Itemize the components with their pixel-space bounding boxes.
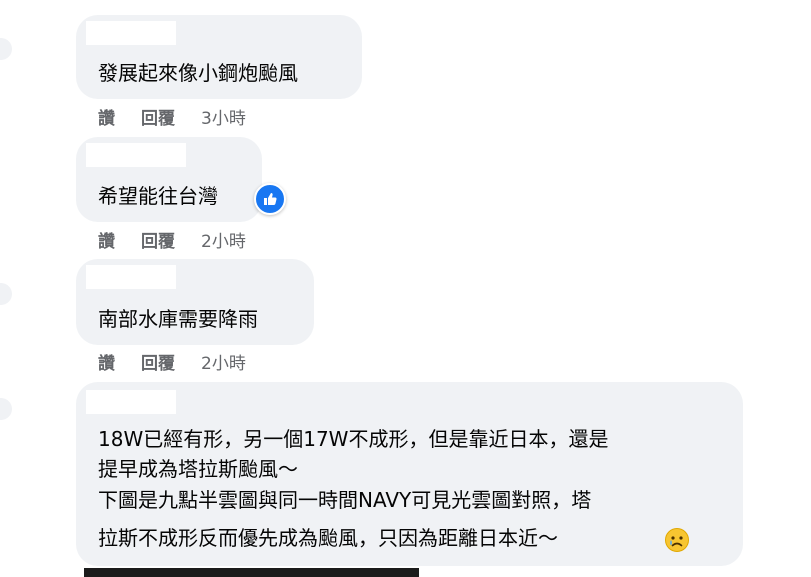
thumbs-up-icon xyxy=(264,193,277,205)
comment-actions: 讚 回覆 2小時 xyxy=(98,227,246,252)
like-button[interactable]: 讚 xyxy=(98,104,115,129)
avatar[interactable] xyxy=(0,38,12,60)
reply-button[interactable]: 回覆 xyxy=(141,104,175,129)
comment-text-line: 提早成為塔拉斯颱風～ xyxy=(98,457,298,481)
comment-text-line: 下圖是九點半雲圖與同一時間NAVY可見光雲圖對照，塔 xyxy=(98,488,592,512)
comment-text: 發展起來像小鋼炮颱風 xyxy=(98,61,298,85)
redacted-author-name[interactable] xyxy=(86,21,176,45)
avatar[interactable] xyxy=(0,398,12,420)
like-button[interactable]: 讚 xyxy=(98,227,115,252)
timestamp[interactable]: 2小時 xyxy=(201,227,246,252)
comment-text: 南部水庫需要降雨 xyxy=(98,307,258,331)
comment-bubble: 18W已經有形，另一個17W不成形，但是靠近日本，還是 提早成為塔拉斯颱風～ 下… xyxy=(76,382,743,566)
redacted-author-name[interactable] xyxy=(86,265,176,289)
timestamp[interactable]: 2小時 xyxy=(201,349,246,374)
comment-text: 希望能往台灣 xyxy=(98,184,218,208)
comment-bubble: 發展起來像小鋼炮颱風 xyxy=(76,15,362,99)
like-button[interactable]: 讚 xyxy=(98,349,115,374)
comment-text-line: 拉斯不成形反而優先成為颱風，只因為距離日本近～ xyxy=(98,526,558,550)
avatar[interactable] xyxy=(0,283,12,305)
comment-actions: 讚 回覆 3小時 xyxy=(98,104,246,129)
redacted-author-name[interactable] xyxy=(86,143,186,167)
like-reaction-icon[interactable] xyxy=(254,183,286,215)
timestamp[interactable]: 3小時 xyxy=(201,104,246,129)
sad-face-emoji-icon xyxy=(665,528,689,552)
comment-bubble: 南部水庫需要降雨 xyxy=(76,259,314,345)
comment-actions: 讚 回覆 2小時 xyxy=(98,349,246,374)
reply-button[interactable]: 回覆 xyxy=(141,227,175,252)
redacted-author-name[interactable] xyxy=(86,390,176,414)
comment-text-line: 18W已經有形，另一個17W不成形，但是靠近日本，還是 xyxy=(98,427,609,451)
attached-image-strip[interactable] xyxy=(84,568,419,577)
comment-bubble: 希望能往台灣 xyxy=(76,137,262,222)
reply-button[interactable]: 回覆 xyxy=(141,349,175,374)
